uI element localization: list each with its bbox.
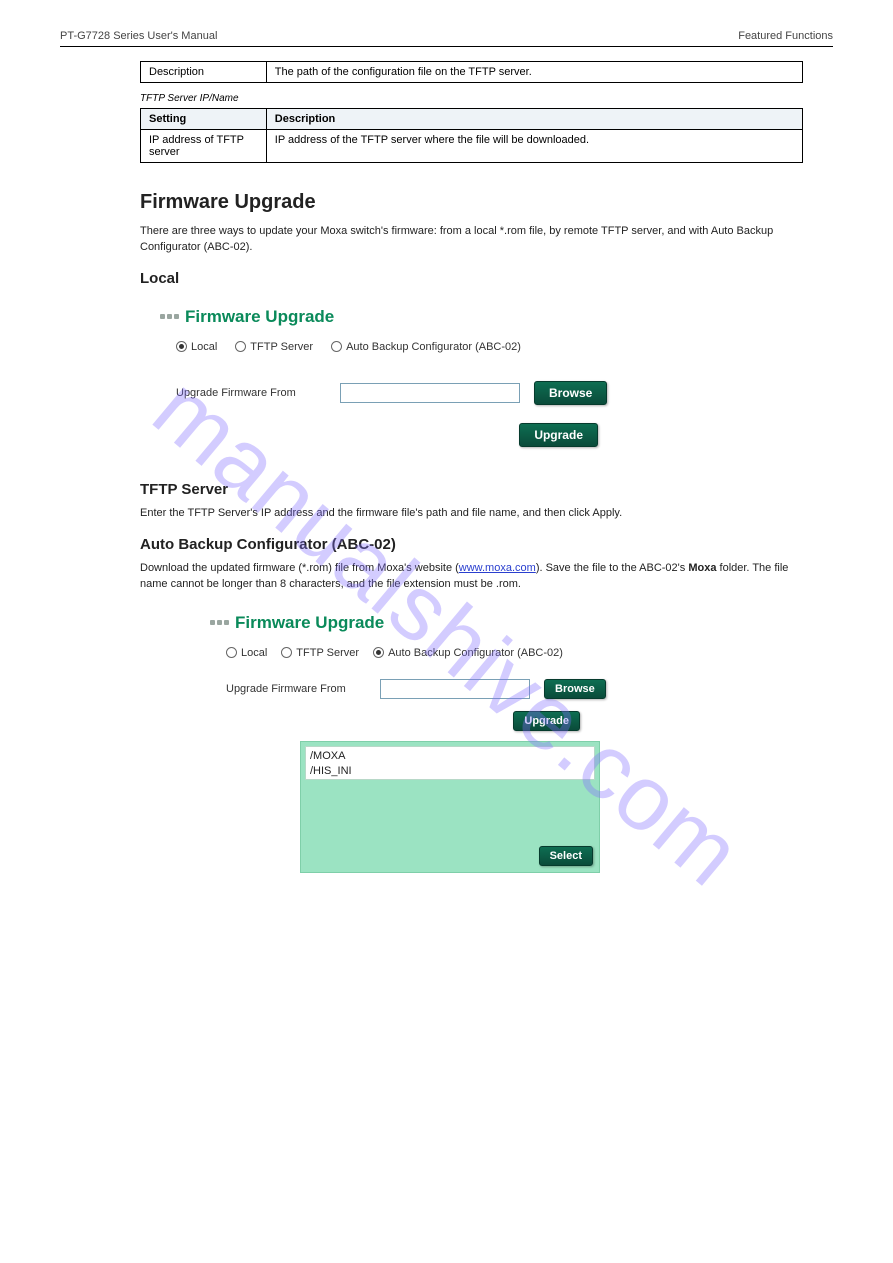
table-row: Description The path of the configuratio… bbox=[141, 62, 803, 83]
radio-label: Local bbox=[241, 647, 267, 659]
firmware-upgrade-panel-abc: Firmware Upgrade Local TFTP Server Auto … bbox=[200, 607, 630, 883]
browse-button[interactable]: Browse bbox=[544, 679, 606, 699]
radio-group-source: Local TFTP Server Auto Backup Configurat… bbox=[176, 341, 610, 353]
header-left: PT-G7728 Series User's Manual bbox=[60, 30, 217, 42]
section-heading-firmware-upgrade: Firmware Upgrade bbox=[140, 191, 803, 214]
upgrade-button[interactable]: Upgrade bbox=[519, 423, 598, 447]
radio-icon bbox=[281, 647, 292, 658]
radio-label: Auto Backup Configurator (ABC-02) bbox=[388, 647, 563, 659]
panel-title-text: Firmware Upgrade bbox=[185, 307, 334, 327]
upgrade-button[interactable]: Upgrade bbox=[513, 711, 580, 731]
content-indent-2: TFTP Server Enter the TFTP Server's IP a… bbox=[140, 481, 803, 593]
abc-text-pre: Download the updated firmware (*.rom) fi… bbox=[140, 562, 459, 574]
subsection-tftp: TFTP Server bbox=[140, 481, 803, 498]
abc-body: Download the updated firmware (*.rom) fi… bbox=[140, 561, 803, 593]
radio-label: Auto Backup Configurator (ABC-02) bbox=[346, 341, 521, 353]
content-indent: Description The path of the configuratio… bbox=[140, 61, 803, 287]
abc-text-post: ). Save the file to the ABC-02's bbox=[536, 562, 689, 574]
radio-group-source: Local TFTP Server Auto Backup Configurat… bbox=[226, 647, 620, 659]
config-file-path-table: Description The path of the configuratio… bbox=[140, 61, 803, 83]
upgrade-from-row: Upgrade Firmware From Browse bbox=[176, 381, 610, 405]
intro-text: There are three ways to update your Moxa… bbox=[140, 224, 803, 256]
panel-title-text: Firmware Upgrade bbox=[235, 613, 384, 633]
file-box-spacer bbox=[305, 780, 595, 842]
browse-button[interactable]: Browse bbox=[534, 381, 607, 405]
file-browser-box: /MOXA /HIS_INI Select bbox=[300, 741, 600, 873]
file-list[interactable]: /MOXA /HIS_INI bbox=[305, 746, 595, 780]
tftp-table-title: TFTP Server IP/Name bbox=[140, 93, 803, 104]
subsection-local: Local bbox=[140, 270, 803, 287]
select-button[interactable]: Select bbox=[539, 846, 593, 866]
table-row: Setting Description bbox=[141, 109, 803, 130]
radio-label: TFTP Server bbox=[250, 341, 313, 353]
radio-icon bbox=[373, 647, 384, 658]
upgrade-from-label: Upgrade Firmware From bbox=[226, 683, 366, 695]
header-rule bbox=[60, 46, 833, 47]
panel-title-icon bbox=[160, 314, 179, 319]
radio-icon bbox=[176, 341, 187, 352]
upgrade-from-input[interactable] bbox=[340, 383, 520, 403]
radio-label: TFTP Server bbox=[296, 647, 359, 659]
cell-header: Setting bbox=[141, 109, 267, 130]
cell-label: Description bbox=[141, 62, 267, 83]
radio-local[interactable]: Local bbox=[176, 341, 217, 353]
subsection-abc: Auto Backup Configurator (ABC-02) bbox=[140, 536, 803, 553]
radio-icon bbox=[235, 341, 246, 352]
tftp-body: Enter the TFTP Server's IP address and t… bbox=[140, 506, 803, 522]
cell-header: Description bbox=[266, 109, 802, 130]
upgrade-from-label: Upgrade Firmware From bbox=[176, 387, 326, 399]
radio-icon bbox=[226, 647, 237, 658]
radio-icon bbox=[331, 341, 342, 352]
radio-tftp[interactable]: TFTP Server bbox=[281, 647, 359, 659]
abc-folder-name: Moxa bbox=[688, 562, 719, 574]
page-container: PT-G7728 Series User's Manual Featured F… bbox=[0, 0, 893, 927]
table-row: IP address of TFTP server IP address of … bbox=[141, 130, 803, 163]
upgrade-from-row: Upgrade Firmware From Browse bbox=[226, 679, 620, 699]
panel-title-icon bbox=[210, 620, 229, 625]
cell-value: IP address of the TFTP server where the … bbox=[266, 130, 802, 163]
panel-title: Firmware Upgrade bbox=[210, 613, 620, 633]
cell-value: The path of the configuration file on th… bbox=[266, 62, 802, 83]
upgrade-from-input[interactable] bbox=[380, 679, 530, 699]
cell-label: IP address of TFTP server bbox=[141, 130, 267, 163]
radio-abc[interactable]: Auto Backup Configurator (ABC-02) bbox=[373, 647, 563, 659]
moxa-link[interactable]: www.moxa.com bbox=[459, 562, 536, 574]
panel-title: Firmware Upgrade bbox=[160, 307, 610, 327]
header-right: Featured Functions bbox=[738, 30, 833, 42]
radio-label: Local bbox=[191, 341, 217, 353]
tftp-server-table: Setting Description IP address of TFTP s… bbox=[140, 108, 803, 163]
radio-tftp[interactable]: TFTP Server bbox=[235, 341, 313, 353]
firmware-upgrade-panel-local: Firmware Upgrade Local TFTP Server Auto … bbox=[150, 301, 620, 467]
radio-local[interactable]: Local bbox=[226, 647, 267, 659]
list-item[interactable]: /HIS_INI bbox=[310, 764, 590, 779]
radio-abc[interactable]: Auto Backup Configurator (ABC-02) bbox=[331, 341, 521, 353]
list-item[interactable]: /MOXA bbox=[310, 749, 590, 764]
page-header: PT-G7728 Series User's Manual Featured F… bbox=[60, 30, 833, 42]
